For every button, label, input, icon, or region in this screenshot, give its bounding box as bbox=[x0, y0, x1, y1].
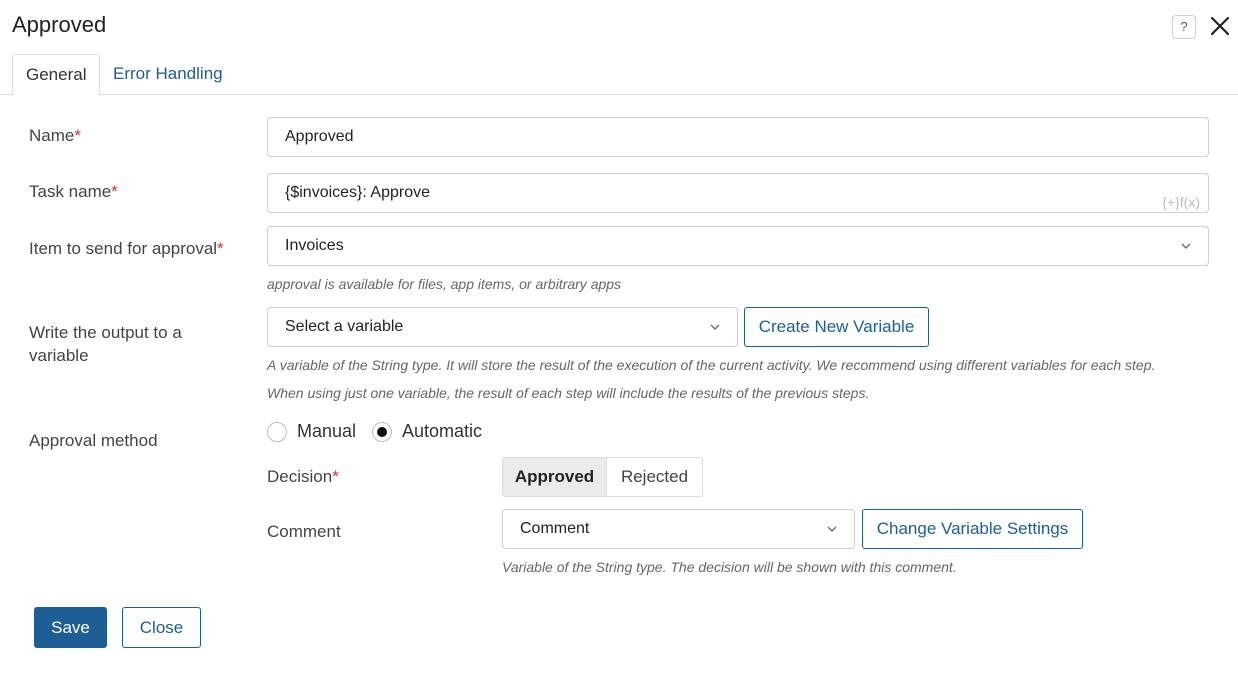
item-select[interactable]: Invoices bbox=[267, 226, 1209, 266]
chevron-down-icon bbox=[710, 324, 720, 330]
required-mark: * bbox=[217, 239, 224, 258]
comment-hint: Variable of the String type. The decisio… bbox=[502, 559, 957, 575]
change-variable-settings-button[interactable]: Change Variable Settings bbox=[862, 509, 1083, 549]
create-new-variable-button[interactable]: Create New Variable bbox=[744, 307, 929, 347]
name-label: Name* bbox=[29, 126, 81, 145]
output-label: Write the output to a variable bbox=[29, 323, 182, 365]
item-hint: approval is available for files, app ite… bbox=[267, 276, 622, 292]
decision-rejected[interactable]: Rejected bbox=[606, 457, 703, 497]
close-button[interactable]: Close bbox=[122, 607, 201, 648]
radio-automatic-label[interactable]: Automatic bbox=[402, 421, 482, 442]
radio-manual[interactable] bbox=[267, 422, 287, 442]
radio-automatic[interactable] bbox=[372, 422, 392, 442]
item-label: Item to send for approval* bbox=[29, 239, 224, 258]
close-icon[interactable] bbox=[1207, 13, 1233, 39]
insert-expression-icon[interactable]: {+}f(x) bbox=[1162, 183, 1200, 221]
task-name-label: Task name* bbox=[29, 182, 118, 201]
chevron-down-icon bbox=[1181, 243, 1191, 249]
save-button[interactable]: Save bbox=[34, 607, 107, 648]
decision-label: Decision* bbox=[267, 467, 339, 486]
tab-general[interactable]: General bbox=[12, 54, 101, 95]
help-icon[interactable]: ? bbox=[1172, 15, 1196, 39]
approval-method-label: Approval method bbox=[29, 431, 158, 450]
output-hint-2: When using just one variable, the result… bbox=[267, 385, 870, 401]
required-mark: * bbox=[74, 126, 81, 145]
dialog-title: Approved bbox=[12, 12, 107, 37]
comment-select[interactable]: Comment bbox=[502, 509, 855, 549]
decision-approved[interactable]: Approved bbox=[502, 457, 607, 497]
output-hint-1: A variable of the String type. It will s… bbox=[267, 357, 1156, 373]
required-mark: * bbox=[332, 467, 339, 486]
required-mark: * bbox=[111, 182, 118, 201]
name-input[interactable]: Approved bbox=[267, 117, 1209, 157]
chevron-down-icon bbox=[827, 526, 837, 532]
tab-error-handling[interactable]: Error Handling bbox=[100, 54, 236, 95]
task-name-input[interactable]: {$invoices}: Approve {+}f(x) bbox=[267, 173, 1209, 213]
comment-label: Comment bbox=[267, 522, 341, 541]
output-variable-select[interactable]: Select a variable bbox=[267, 307, 738, 347]
radio-manual-label[interactable]: Manual bbox=[297, 421, 356, 442]
